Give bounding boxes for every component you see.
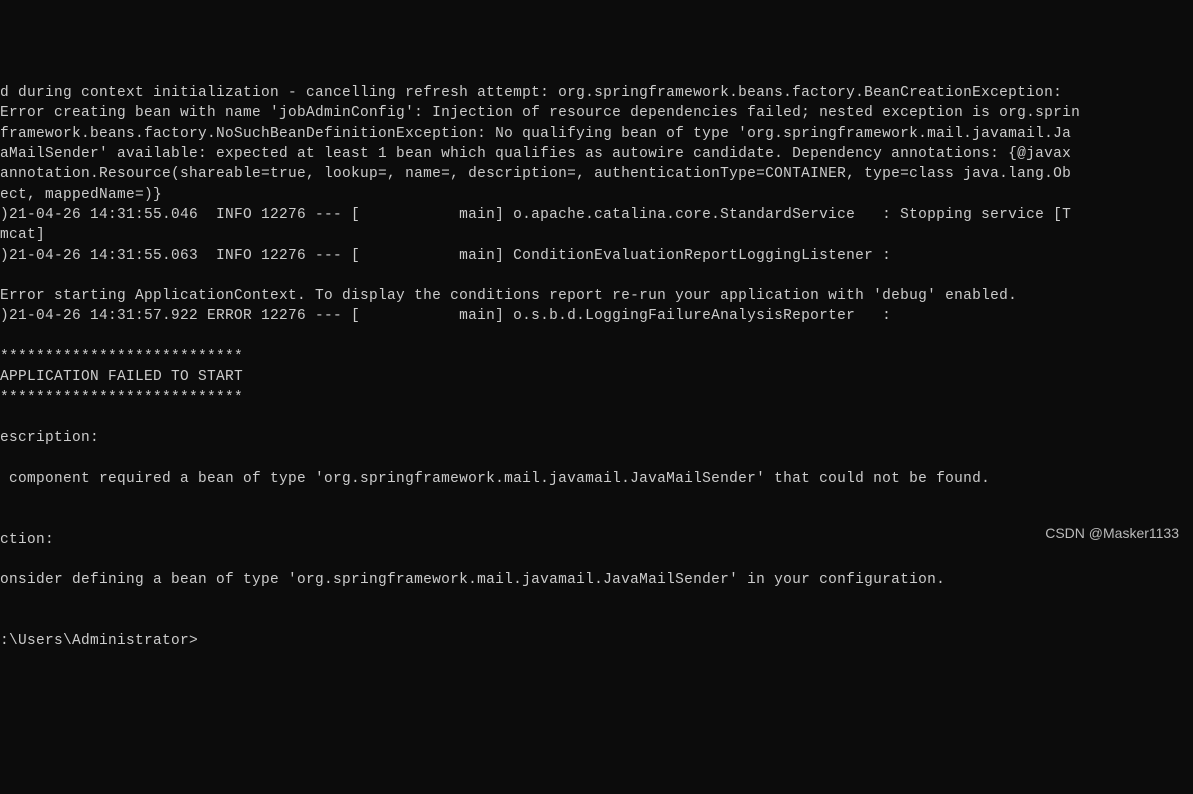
log-line: mcat]	[0, 227, 45, 243]
log-line: ction:	[0, 532, 54, 548]
log-line: component required a bean of type 'org.s…	[0, 471, 990, 487]
log-line: framework.beans.factory.NoSuchBeanDefini…	[0, 126, 1071, 142]
console-output: d during context initialization - cancel…	[0, 83, 1193, 651]
watermark: CSDN @Masker1133	[1045, 524, 1179, 544]
log-line: )21-04-26 14:31:57.922 ERROR 12276 --- […	[0, 308, 891, 324]
log-line: escription:	[0, 430, 99, 446]
log-line: )21-04-26 14:31:55.046 INFO 12276 --- [ …	[0, 207, 1071, 223]
log-line: onsider defining a bean of type 'org.spr…	[0, 572, 945, 588]
log-line: aMailSender' available: expected at leas…	[0, 146, 1071, 162]
log-line: annotation.Resource(shareable=true, look…	[0, 166, 1071, 182]
log-line: Error creating bean with name 'jobAdminC…	[0, 105, 1080, 121]
log-line: APPLICATION FAILED TO START	[0, 369, 243, 385]
command-prompt[interactable]: :\Users\Administrator>	[0, 633, 198, 649]
log-line: d during context initialization - cancel…	[0, 85, 1062, 101]
log-line: Error starting ApplicationContext. To di…	[0, 288, 1017, 304]
log-line: )21-04-26 14:31:55.063 INFO 12276 --- [ …	[0, 248, 891, 264]
log-line: ***************************	[0, 390, 243, 406]
log-line: ect, mappedName=)}	[0, 187, 162, 203]
log-line: ***************************	[0, 349, 243, 365]
